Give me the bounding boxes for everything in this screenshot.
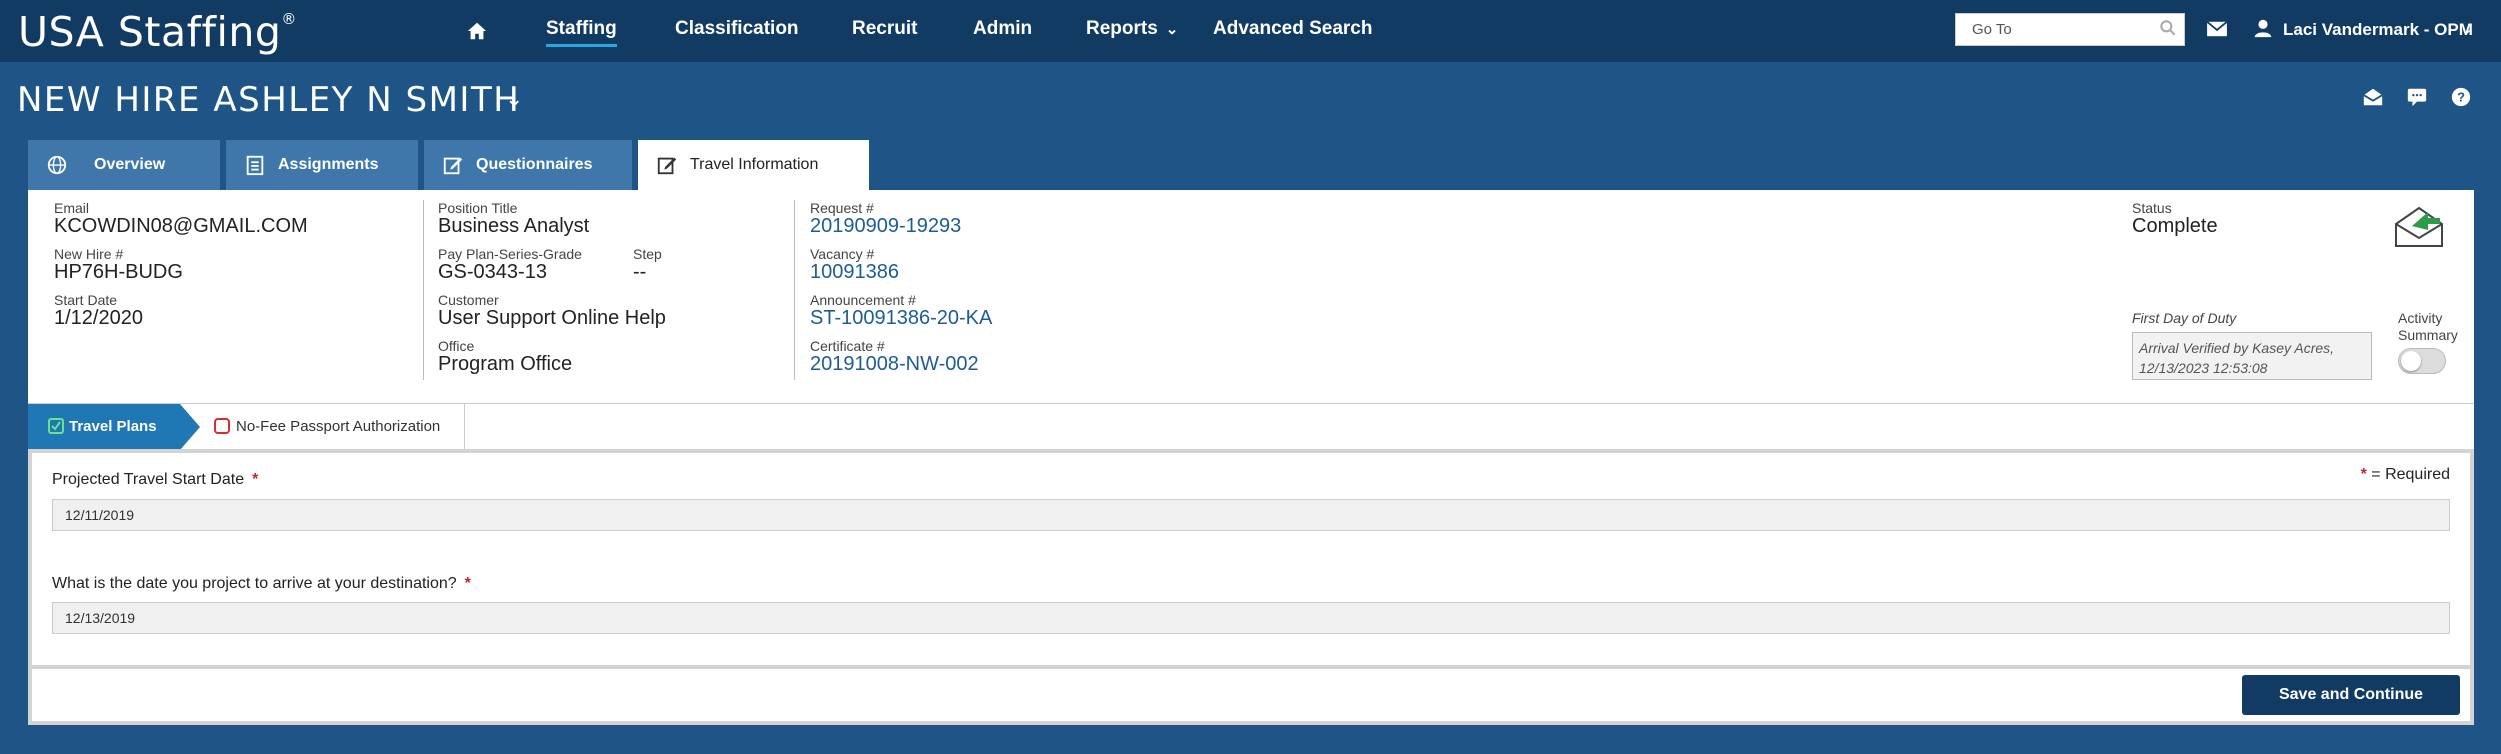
envelope-open-icon[interactable] (2362, 86, 2384, 108)
activity-summary-label: Activity Summary (2398, 310, 2458, 344)
goto-input[interactable]: Go To (1955, 13, 2185, 46)
office-value: Program Office (438, 353, 573, 375)
start-date-value: 1/12/2020 (54, 307, 143, 329)
user-menu[interactable]: Laci Vandermark - OPM (2283, 20, 2473, 40)
announcement-link[interactable]: ST-10091386-20-KA (810, 307, 992, 330)
travel-start-date-field[interactable]: 12/11/2019 (52, 499, 2450, 531)
step-value: -- (633, 261, 647, 283)
step-navigation: Travel Plans No-Fee Passport Authorizati… (28, 403, 2474, 450)
request-link[interactable]: 20190909-19293 (810, 215, 961, 238)
step-label: No-Fee Passport Authorization (236, 418, 441, 435)
tab-label: Questionnaires (476, 156, 593, 173)
certificate-link[interactable]: 20191008-NW-002 (810, 353, 979, 376)
step-travel-plans[interactable]: Travel Plans (28, 404, 200, 450)
arrival-date-label-text: What is the date you project to arrive a… (52, 575, 457, 592)
required-legend-text: = Required (2371, 466, 2450, 483)
envelope-send-icon[interactable] (2392, 202, 2446, 250)
check-square-icon (48, 418, 64, 434)
column-divider (794, 200, 795, 380)
customer-label: Customer (438, 292, 499, 308)
clipboard-icon (246, 155, 264, 176)
form-footer: Save and Continue (28, 669, 2474, 725)
chevron-down-icon[interactable]: ⌄ (2460, 19, 2473, 39)
page-title: NEW HIRE ASHLEY N SMITH (17, 80, 521, 120)
chevron-down-icon: ⌄ (1165, 21, 1179, 38)
step-label: Travel Plans (69, 418, 157, 435)
email-label: Email (54, 200, 90, 216)
activity-label-line2: Summary (2398, 327, 2458, 343)
nav-advanced-search[interactable]: Advanced Search (1213, 18, 1372, 40)
required-legend: * = Required (2353, 466, 2450, 484)
position-label: Position Title (438, 200, 518, 216)
column-divider (423, 200, 424, 380)
chevron-down-icon[interactable]: ⌄ (505, 86, 523, 112)
travel-start-label-text: Projected Travel Start Date (52, 471, 245, 488)
start-date-label: Start Date (54, 292, 118, 308)
request-label: Request # (810, 200, 874, 216)
vacancy-link[interactable]: 10091386 (810, 261, 899, 284)
announcement-label: Announcement # (810, 292, 916, 308)
status-value: Complete (2132, 215, 2218, 237)
nav-admin[interactable]: Admin (973, 18, 1032, 40)
office-label: Office (438, 338, 475, 354)
tab-travel-information[interactable]: Travel Information (638, 140, 869, 192)
status-label: Status (2132, 200, 2172, 216)
activity-summary-toggle[interactable] (2398, 348, 2446, 374)
travel-start-label: Projected Travel Start Date * (52, 471, 258, 489)
customer-value: User Support Online Help (438, 307, 666, 329)
edit-icon (443, 157, 463, 175)
step-label: Step (633, 246, 662, 262)
travel-plans-form: * = Required Projected Travel Start Date… (28, 449, 2474, 669)
pay-plan-label: Pay Plan-Series-Grade (438, 246, 582, 262)
nav-reports[interactable]: Reports ⌄ (1086, 18, 1178, 40)
certificate-label: Certificate # (810, 338, 885, 354)
vacancy-label: Vacancy # (810, 246, 875, 262)
comment-icon[interactable] (2406, 86, 2428, 108)
tab-assignments[interactable]: Assignments (226, 140, 418, 190)
nav-classification[interactable]: Classification (675, 18, 799, 40)
top-navigation: USA Staffing® Staffing Classification Re… (0, 0, 2501, 62)
incomplete-square-icon (214, 418, 230, 434)
help-icon[interactable]: ? (2450, 86, 2472, 108)
search-icon[interactable] (2158, 18, 2178, 38)
first-day-duty-value: Arrival Verified by Kasey Acres, 12/13/2… (2132, 332, 2372, 380)
nav-reports-label: Reports (1086, 18, 1158, 39)
save-and-continue-button[interactable]: Save and Continue (2242, 675, 2460, 715)
newhire-label: New Hire # (54, 246, 124, 262)
tab-questionnaires[interactable]: Questionnaires (424, 140, 632, 190)
first-day-duty-label: First Day of Duty (2132, 310, 2237, 326)
required-star: * (252, 471, 259, 488)
newhire-value: HP76H-BUDG (54, 261, 183, 283)
edit-icon (657, 157, 677, 175)
mail-icon[interactable] (2206, 20, 2228, 38)
app-logo[interactable]: USA Staffing® (18, 8, 297, 56)
tab-label: Overview (94, 156, 166, 173)
nav-recruit[interactable]: Recruit (852, 18, 917, 40)
step-passport-authorization[interactable]: No-Fee Passport Authorization (200, 404, 465, 450)
position-value: Business Analyst (438, 215, 590, 237)
arrival-date-field[interactable]: 12/13/2019 (52, 602, 2450, 634)
arrival-date-label: What is the date you project to arrive a… (52, 575, 471, 593)
new-hire-summary: Email KCOWDIN08@GMAIL.COM New Hire # HP7… (28, 190, 2474, 403)
email-value: KCOWDIN08@GMAIL.COM (54, 215, 308, 237)
tab-label: Assignments (278, 156, 379, 173)
svg-text:?: ? (2457, 90, 2465, 105)
activity-label-line1: Activity (2398, 310, 2443, 326)
required-star: * (464, 575, 471, 592)
required-star: * (2360, 466, 2367, 483)
home-icon[interactable] (466, 20, 488, 42)
globe-icon (47, 155, 67, 175)
user-icon[interactable] (2252, 17, 2274, 39)
toggle-knob (2401, 351, 2421, 371)
nav-staffing[interactable]: Staffing (546, 18, 617, 47)
tab-overview[interactable]: Overview (28, 140, 220, 190)
tab-label: Travel Information (690, 156, 819, 173)
pay-plan-value: GS-0343-13 (438, 261, 547, 283)
